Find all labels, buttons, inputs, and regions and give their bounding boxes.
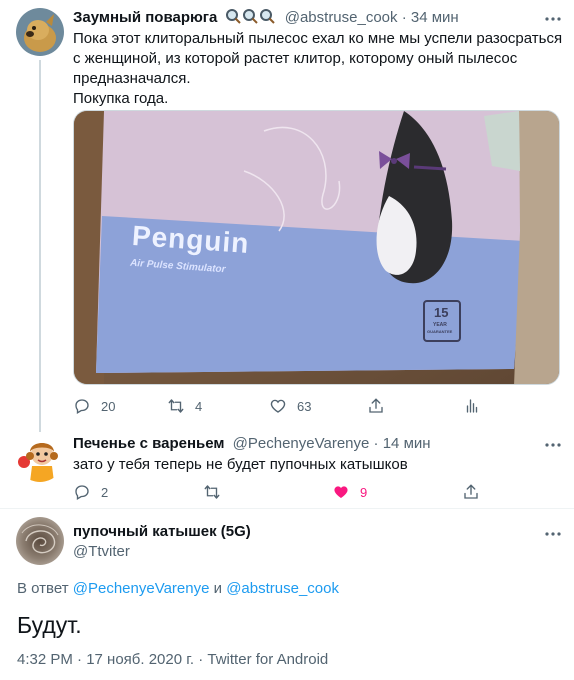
- tweet-pechenye-varenye[interactable]: Печенье с вареньем @PechenyeVarenye · 14…: [0, 426, 574, 506]
- retweet-button[interactable]: [203, 482, 231, 502]
- reply-and: и: [213, 580, 223, 597]
- share-button[interactable]: [462, 482, 480, 502]
- reply-icon: [75, 399, 89, 414]
- reply-prefix: В ответ: [17, 580, 69, 597]
- tweet-abstruse-cook[interactable]: Заумный поварюга @abstruse_cook · 34 мин…: [0, 0, 574, 426]
- photo-badge-number: 15: [434, 305, 449, 320]
- replying-to: В ответ @PechenyeVarenye и @abstruse_coo…: [17, 579, 339, 599]
- photo-badge-line1: YEAR: [433, 322, 447, 328]
- reply-user-link-2[interactable]: @abstruse_cook: [226, 580, 339, 597]
- heart-icon: [270, 399, 286, 413]
- tweet-header: Заумный поварюга @abstruse_cook · 34 мин: [73, 8, 459, 30]
- share-button[interactable]: [367, 396, 385, 416]
- reply-count: 20: [101, 398, 116, 414]
- retweet-button[interactable]: 4: [167, 396, 202, 416]
- like-button[interactable]: 9: [332, 482, 367, 502]
- tweet-actions: 2 9: [73, 482, 493, 502]
- author-handle[interactable]: @PechenyeVarenye: [233, 435, 370, 452]
- thread-connector-top: [39, 426, 41, 432]
- more-options-icon[interactable]: [544, 525, 562, 543]
- tweet-time[interactable]: 14 мин: [383, 435, 431, 452]
- photo-badge-line2: GUARANTEE: [427, 329, 453, 334]
- tweet-photo[interactable]: Penguin Air Pulse Stimulator 15 YEAR GUA…: [73, 110, 560, 385]
- tweet-time[interactable]: 34 мин: [411, 9, 459, 26]
- author-name[interactable]: пупочный катышек (5G): [73, 522, 251, 542]
- reply-button[interactable]: 20: [73, 396, 115, 416]
- author-handle[interactable]: @abstruse_cook: [285, 9, 398, 26]
- like-count: 63: [297, 398, 312, 414]
- reply-count: 2: [101, 484, 109, 500]
- retweet-icon: [168, 399, 184, 413]
- retweet-icon: [204, 485, 220, 499]
- more-options-icon[interactable]: [544, 436, 562, 454]
- avatar-pechenye-varenye[interactable]: [16, 434, 64, 482]
- tweet-actions: 20 4 63: [73, 396, 493, 416]
- author-name[interactable]: Заумный поварюга: [73, 9, 217, 26]
- reply-user-link-1[interactable]: @PechenyeVarenye: [73, 580, 210, 597]
- reply-icon: [75, 485, 89, 500]
- separator-dot: ·: [401, 9, 407, 26]
- like-count: 9: [360, 484, 368, 500]
- analytics-icon: [466, 399, 478, 413]
- magnifier-emoji-icon: [225, 8, 277, 30]
- avatar-ttviter[interactable]: [16, 517, 64, 565]
- avatar-abstruse-cook[interactable]: [16, 8, 64, 56]
- tweet-meta[interactable]: 4:32 PM · 17 нояб. 2020 г. · Twitter for…: [17, 650, 328, 670]
- author-name[interactable]: Печенье с вареньем: [73, 435, 225, 452]
- share-icon: [464, 484, 478, 499]
- thread-connector: [39, 60, 41, 426]
- retweet-count: 4: [195, 398, 203, 414]
- tweet-text: зато у тебя теперь не будет пупочных кат…: [73, 456, 408, 473]
- tweet-header: Печенье с вареньем @PechenyeVarenye · 14…: [73, 434, 431, 454]
- like-button[interactable]: 63: [269, 396, 311, 416]
- tweet-text: Пока этот клиторальный пылесос ехал ко м…: [73, 30, 563, 107]
- share-icon: [369, 398, 383, 413]
- author-handle[interactable]: @Ttviter: [73, 542, 130, 562]
- heart-filled-icon: [334, 486, 348, 498]
- more-options-icon[interactable]: [544, 10, 562, 28]
- main-tweet-text: Будут.: [17, 612, 82, 638]
- analytics-button[interactable]: [463, 396, 481, 416]
- separator-dot: ·: [373, 435, 379, 452]
- reply-button[interactable]: 2: [73, 482, 108, 502]
